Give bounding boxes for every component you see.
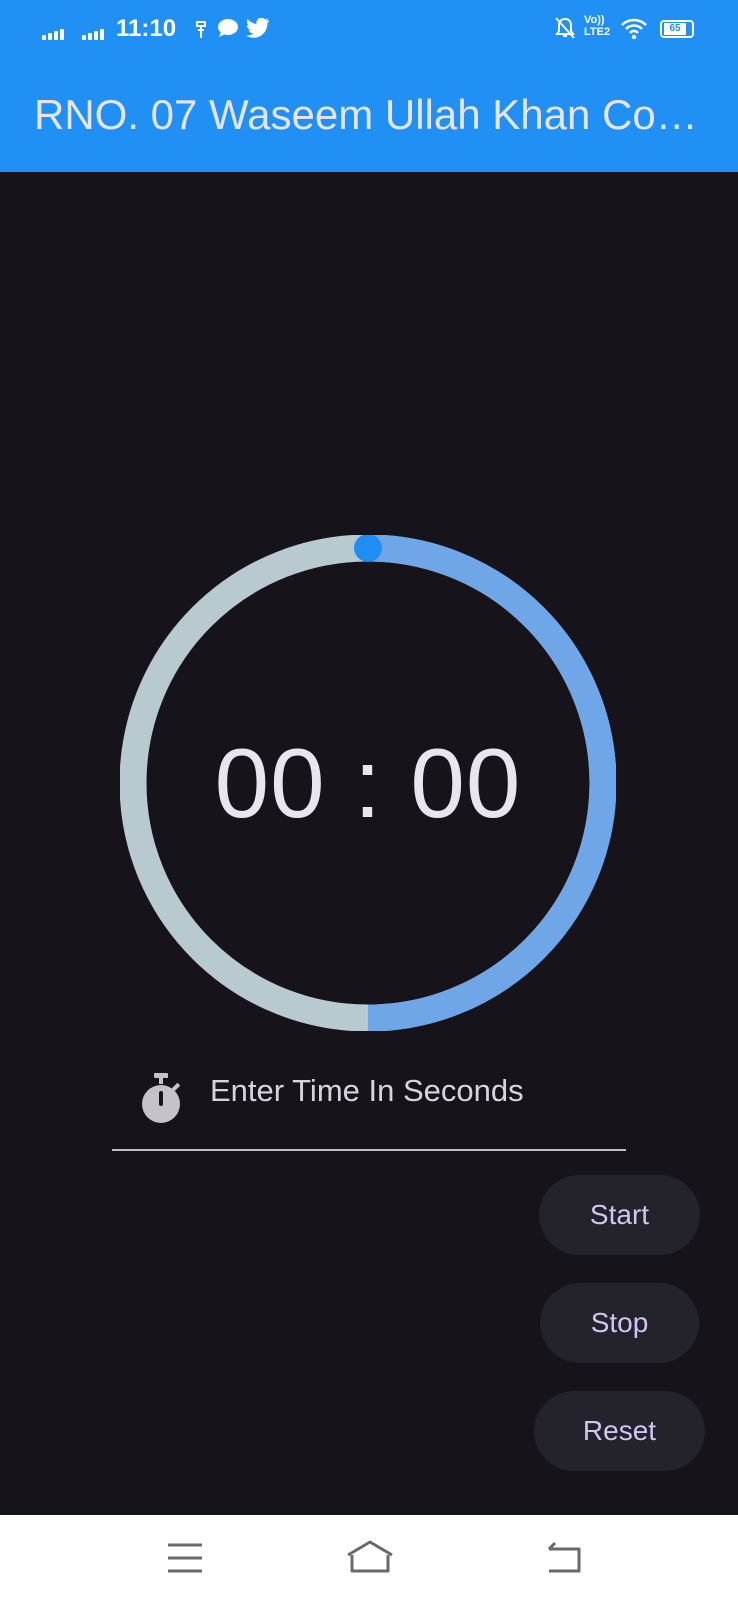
seconds-input[interactable] [210,1067,620,1115]
back-icon[interactable] [535,1533,595,1583]
reset-button[interactable]: Reset [534,1391,705,1471]
app-title: RNO. 07 Waseem Ullah Khan Computer Scien… [34,91,714,138]
input-underline [112,1149,626,1151]
mute-bell-icon [555,17,575,39]
lte-text: LTE2 [584,26,611,38]
wifi-icon [621,18,647,40]
stopwatch-icon [142,1073,181,1123]
countdown-timer: 00 : 00 [119,534,617,1032]
usb-icon [196,21,206,38]
timer-knob[interactable] [354,534,382,562]
battery-level: 65 [664,23,686,35]
timer-display: 00 : 00 [214,728,522,838]
chat-icon [218,19,238,37]
stop-button[interactable]: Stop [540,1283,699,1363]
seconds-input-row [112,1055,626,1151]
status-time: 11:10 [116,15,177,42]
twitter-icon [246,18,269,38]
menu-icon[interactable] [155,1533,215,1583]
signal-1-icon [42,26,68,40]
app-bar: RNO. 07 Waseem Ullah Khan Computer Scien… [0,58,738,172]
signal-2-icon [82,26,108,40]
battery-icon: 65 [660,20,694,38]
status-bar: 11:10 Vo)) LTE2 65 [0,0,738,58]
volte-label: Vo)) LTE2 [584,14,610,38]
home-icon[interactable] [340,1533,400,1583]
volte-text: Vo)) [584,14,605,26]
system-nav-bar [0,1515,738,1600]
start-button[interactable]: Start [539,1175,700,1255]
